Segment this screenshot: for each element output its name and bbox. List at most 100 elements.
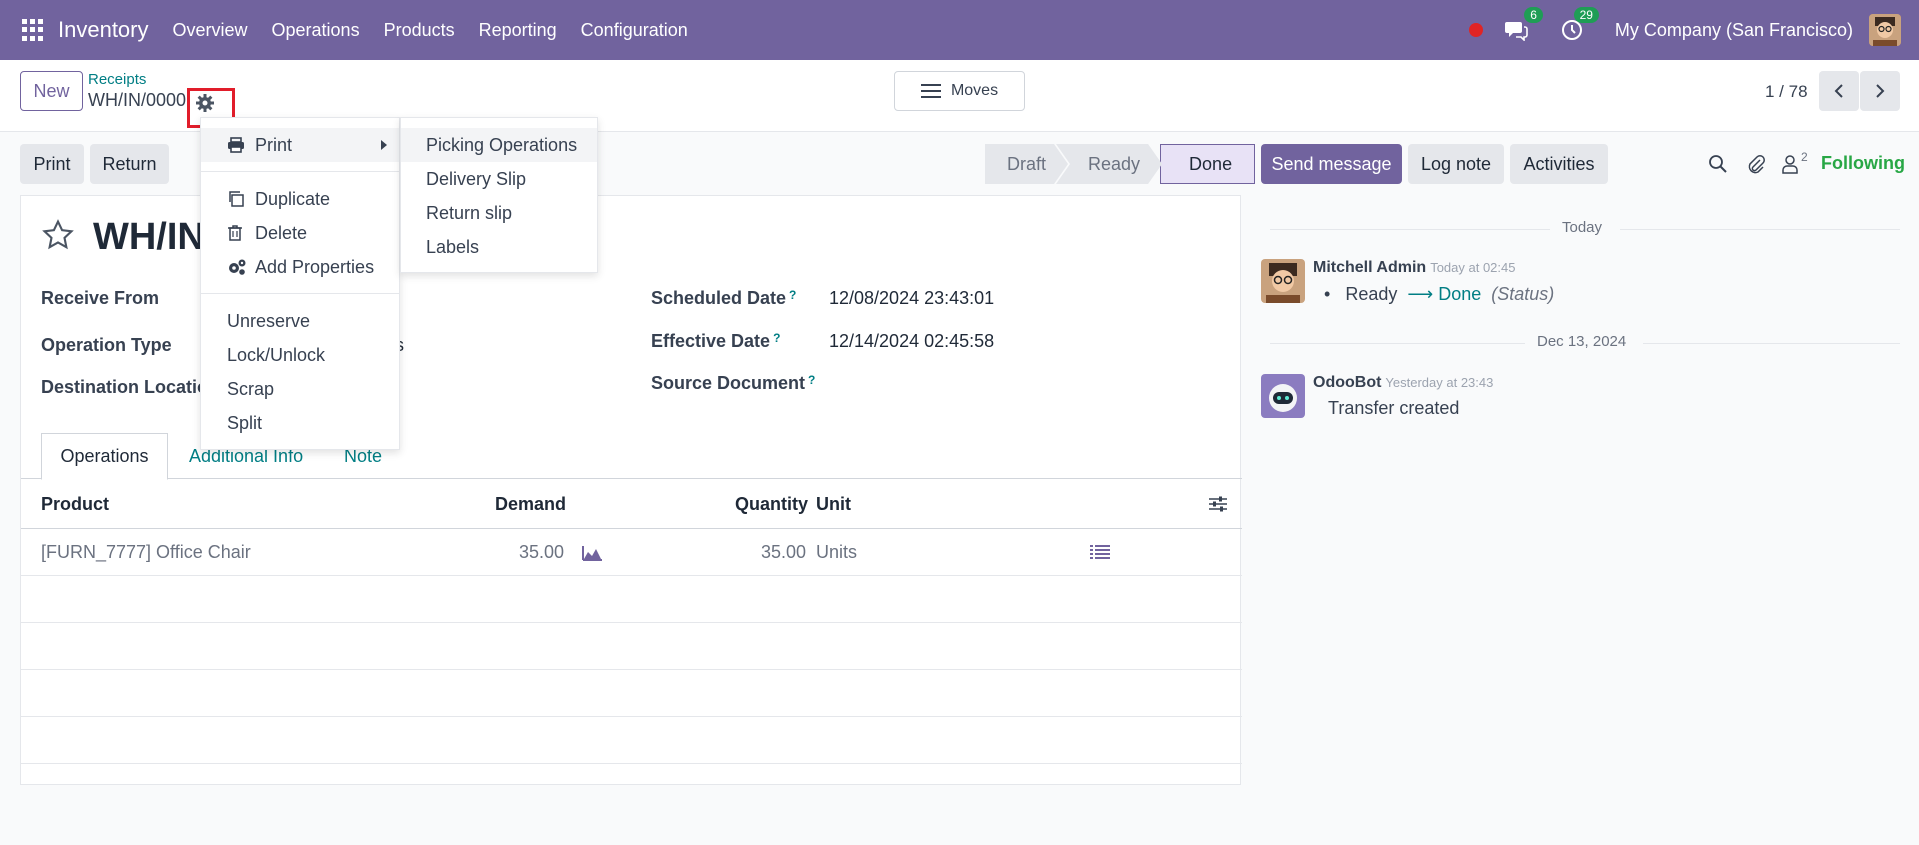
help-icon[interactable]: ? [808, 373, 815, 387]
status-ready[interactable]: Ready [1056, 144, 1162, 184]
following-button[interactable]: Following [1821, 153, 1905, 174]
activity-icon[interactable]: 29 [1559, 7, 1599, 43]
menu-print-label: Print [255, 134, 293, 155]
mitchell-admin-avatar[interactable] [1261, 259, 1305, 303]
print-delivery-slip[interactable]: Delivery Slip [401, 162, 597, 196]
row-quantity[interactable]: 35.00 [761, 542, 806, 563]
menu-delete-label: Delete [255, 222, 308, 243]
menu-duplicate[interactable]: Duplicate [201, 182, 399, 216]
forecast-chart-icon[interactable] [581, 544, 603, 567]
menu-lock-unlock[interactable]: Lock/Unlock [201, 338, 399, 372]
app-brand[interactable]: Inventory [58, 17, 149, 43]
menu-duplicate-label: Duplicate [255, 188, 331, 209]
operation-type-label: Operation Type [41, 335, 172, 355]
print-picking-operations[interactable]: Picking Operations [401, 128, 597, 162]
scheduled-date-value[interactable]: 12/08/2024 23:43:01 [829, 288, 994, 309]
moves-smart-button[interactable]: Moves [894, 71, 1025, 111]
printer-icon [227, 137, 247, 153]
tracking-value: • Ready ⟶ Done (Status) [1324, 284, 1554, 305]
message-author[interactable]: Mitchell Admin Today at 02:45 [1313, 259, 1515, 277]
destination-location-label: Destination Locatior [41, 377, 216, 397]
chat-badge: 6 [1524, 7, 1543, 23]
menu-unreserve[interactable]: Unreserve [201, 304, 399, 338]
record-title: WH/IN [93, 216, 205, 258]
gear-actions-dropdown: Print Duplicate Delete Add Properties Un… [200, 117, 400, 450]
menu-add-properties-label: Add Properties [255, 256, 375, 277]
menu-overview[interactable]: Overview [173, 20, 248, 41]
chat-icon[interactable]: 6 [1503, 7, 1543, 43]
follower-count: 2 [1801, 150, 1808, 164]
menu-print[interactable]: Print [201, 128, 399, 162]
user-avatar-icon [1869, 14, 1901, 46]
print-return-slip[interactable]: Return slip [401, 196, 597, 230]
menu-operations[interactable]: Operations [272, 20, 360, 41]
message-time: Yesterday at 23:43 [1385, 375, 1494, 390]
empty-row [21, 670, 1242, 717]
menu-divider [201, 293, 399, 294]
effective-date-value[interactable]: 12/14/2024 02:45:58 [829, 331, 994, 352]
empty-row [21, 623, 1242, 670]
pager-previous-button[interactable] [1819, 71, 1859, 111]
status-done[interactable]: Done [1160, 144, 1256, 184]
breadcrumb-receipts[interactable]: Receipts [88, 71, 146, 88]
top-navbar: Inventory Overview Operations Products R… [0, 0, 1919, 60]
star-icon[interactable] [41, 218, 75, 261]
user-avatar[interactable] [1869, 14, 1901, 46]
status-draft[interactable]: Draft [985, 144, 1068, 184]
print-submenu: Picking Operations Delivery Slip Return … [400, 117, 598, 273]
followers-icon[interactable] [1778, 152, 1802, 176]
detailed-operations-icon[interactable] [1090, 544, 1110, 565]
col-quantity[interactable]: Quantity [735, 494, 808, 515]
menu-scrap[interactable]: Scrap [201, 372, 399, 406]
activities-button[interactable]: Activities [1510, 144, 1608, 184]
odoobot-avatar[interactable] [1261, 374, 1305, 418]
recording-dot-icon[interactable] [1468, 23, 1483, 37]
gears-icon [227, 258, 247, 276]
help-icon[interactable]: ? [773, 331, 780, 345]
pager-next-button[interactable] [1860, 71, 1900, 111]
caret-right-icon [381, 140, 387, 150]
search-icon[interactable] [1706, 152, 1730, 176]
source-document-label: Source Document? [651, 373, 816, 393]
menu-add-properties[interactable]: Add Properties [201, 250, 399, 284]
col-product[interactable]: Product [41, 494, 109, 515]
moves-label: Moves [950, 82, 999, 99]
row-unit[interactable]: Units [816, 542, 857, 563]
return-button[interactable]: Return [90, 144, 169, 184]
menu-configuration[interactable]: Configuration [581, 20, 688, 41]
menu-divider [201, 171, 399, 172]
tab-operations[interactable]: Operations [41, 433, 168, 480]
print-labels[interactable]: Labels [401, 230, 597, 264]
paperclip-icon[interactable] [1744, 152, 1768, 176]
row-demand[interactable]: 35.00 [519, 542, 564, 563]
chevron-right-icon [1876, 84, 1885, 98]
table-row[interactable]: [FURN_7777] Office Chair 35.00 35.00 Uni… [21, 529, 1242, 576]
new-button[interactable]: New [20, 71, 83, 111]
menu-split[interactable]: Split [201, 406, 399, 440]
log-note-button[interactable]: Log note [1408, 144, 1504, 184]
empty-row [21, 576, 1242, 623]
apps-grid-icon[interactable] [22, 19, 44, 41]
list-icon [920, 84, 941, 98]
message-author[interactable]: OdooBot Yesterday at 23:43 [1313, 374, 1493, 392]
col-demand[interactable]: Demand [495, 494, 566, 515]
copy-icon [227, 190, 247, 208]
effective-date-label: Effective Date? [651, 331, 781, 351]
col-unit[interactable]: Unit [816, 494, 851, 515]
row-product[interactable]: [FURN_7777] Office Chair [41, 542, 251, 563]
status-bar: Draft Ready Done [985, 144, 1256, 184]
bullet: • [1324, 284, 1331, 304]
print-button[interactable]: Print [20, 144, 84, 184]
pager-value[interactable]: 1 / 78 [1765, 82, 1808, 102]
scheduled-date-label: Scheduled Date? [651, 288, 797, 308]
column-settings-icon[interactable] [1208, 495, 1228, 518]
help-icon[interactable]: ? [789, 288, 796, 302]
tracked-field: (Status) [1491, 284, 1555, 304]
company-switcher[interactable]: My Company (San Francisco) [1615, 20, 1853, 41]
chat-bubble-icon [1504, 22, 1528, 41]
menu-delete[interactable]: Delete [201, 216, 399, 250]
trash-icon [227, 224, 247, 242]
menu-reporting[interactable]: Reporting [479, 20, 557, 41]
menu-products[interactable]: Products [384, 20, 455, 41]
send-message-button[interactable]: Send message [1261, 144, 1402, 184]
